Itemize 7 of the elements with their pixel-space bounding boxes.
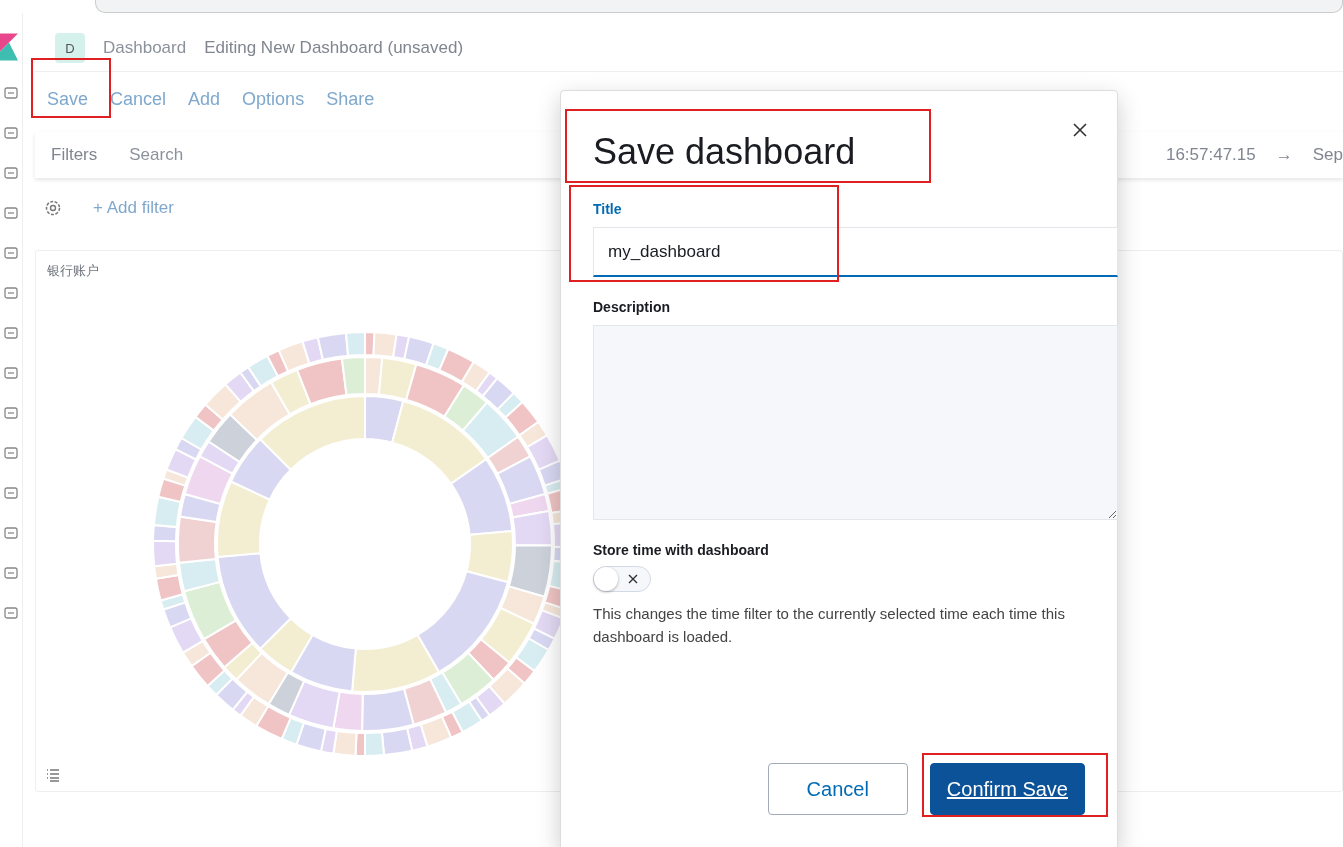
dialog-title: Save dashboard xyxy=(593,131,856,173)
toggle-label: Store time with dashboard xyxy=(593,542,769,558)
field-label: Description xyxy=(593,299,671,315)
arrow-icon: → xyxy=(1275,145,1293,165)
panel-title: 银行账户 xyxy=(47,262,99,280)
field-label: Title xyxy=(593,201,623,217)
help-text: This changes the time filter to the currently selected time each time this dashboard is loaded. xyxy=(593,604,1066,647)
